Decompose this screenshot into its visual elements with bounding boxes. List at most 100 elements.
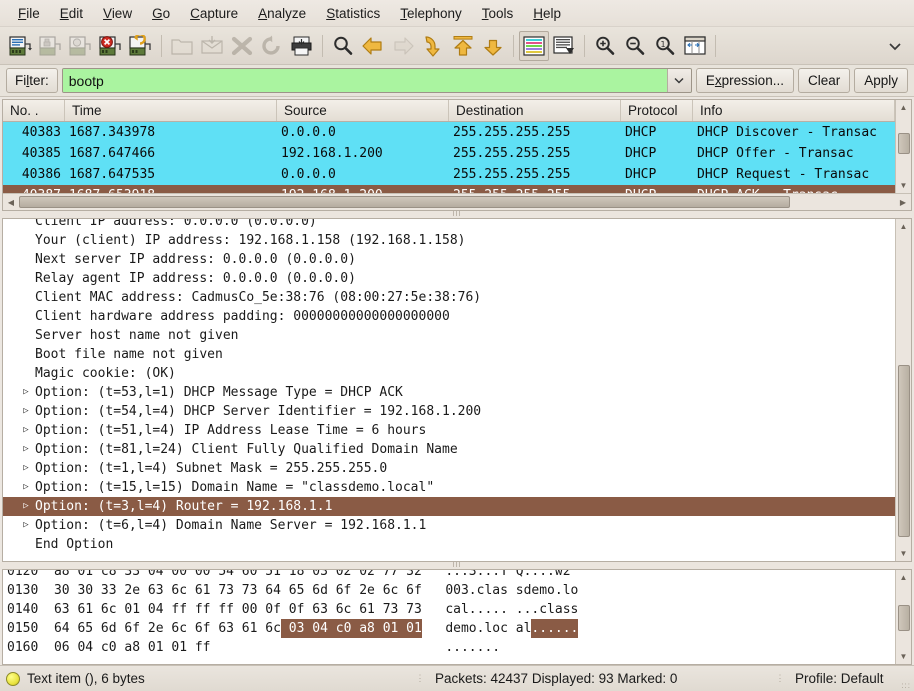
column-header-info[interactable]: Info <box>693 100 895 121</box>
auto-scroll-live-capture-icon[interactable] <box>549 31 579 61</box>
packet-bytes-view[interactable]: 0120 a8 01 c8 33 04 00 00 54 60 51 18 03… <box>3 570 895 664</box>
colorize-packet-list-icon[interactable] <box>519 30 549 61</box>
packet-list-row[interactable]: 40383 1687.343978 0.0.0.0 255.255.255.255 DH… <box>3 122 895 143</box>
interfaces-icon[interactable] <box>6 31 36 61</box>
save-file-icon[interactable] <box>197 31 227 61</box>
reload-file-icon[interactable] <box>257 31 287 61</box>
display-filter-input[interactable] <box>62 69 667 92</box>
zoom-out-icon[interactable] <box>620 31 650 61</box>
expand-triangle-icon[interactable]: ▷ <box>19 478 33 497</box>
packet-list-vscroll-track[interactable] <box>896 115 912 178</box>
find-packet-icon[interactable] <box>328 31 358 61</box>
column-header-protocol[interactable]: Protocol <box>621 100 693 121</box>
column-header-time[interactable]: Time <box>65 100 277 121</box>
detail-tree-node[interactable]: ▷ Option: (t=81,l=24) Client Fully Qualif… <box>3 440 895 459</box>
column-header-destination[interactable]: Destination <box>449 100 621 121</box>
expand-triangle-icon[interactable]: ▷ <box>19 440 33 459</box>
expand-triangle-icon[interactable]: ▷ <box>19 383 33 402</box>
hex-dump-line[interactable]: 0150 64 65 6d 6f 2e 6c 6f 63 61 6c 03 04… <box>7 619 895 638</box>
scroll-left-arrow-icon[interactable]: ◀ <box>3 194 19 211</box>
menu-item-tools[interactable]: Tools <box>472 3 524 24</box>
packet-bytes-vscroll-track[interactable] <box>896 585 912 649</box>
expand-triangle-icon[interactable]: ▷ <box>19 421 33 440</box>
filter-history-dropdown[interactable] <box>666 69 691 92</box>
expand-triangle-icon[interactable]: ▷ <box>19 402 33 421</box>
scroll-up-arrow-icon[interactable]: ▲ <box>896 219 912 234</box>
filter-bookmark-button[interactable]: Fi l ter: <box>6 68 58 93</box>
resize-columns-icon[interactable] <box>680 31 710 61</box>
packet-list-vscroll-thumb[interactable] <box>897 132 910 155</box>
detail-tree-node[interactable]: ▷ Option: (t=1,l=4) Subnet Mask = 255.255… <box>3 459 895 478</box>
status-field-right[interactable]: Profile: Default <box>795 671 884 686</box>
packet-list-hscrollbar[interactable]: ◀ ▶ <box>3 193 911 210</box>
column-header-source[interactable]: Source <box>277 100 449 121</box>
detail-tree-node[interactable]: Magic cookie: (OK) <box>3 364 895 383</box>
scroll-down-arrow-icon[interactable]: ▼ <box>896 649 912 664</box>
window-resize-grip[interactable]: ::: <box>901 682 911 690</box>
menu-item-help[interactable]: Help <box>523 3 571 24</box>
packet-list-row[interactable]: 403871687.653918192.168.1.200255.255.255… <box>3 185 895 193</box>
packet-list-hscroll-thumb[interactable] <box>19 195 790 208</box>
filter-clear-button[interactable]: Clear <box>797 68 851 93</box>
detail-tree-node[interactable]: Boot file name not given <box>3 345 895 364</box>
packet-bytes-vscroll-thumb[interactable] <box>897 605 910 632</box>
go-to-packet-icon[interactable] <box>418 31 448 61</box>
menu-item-view[interactable]: View <box>93 3 142 24</box>
start-capture-icon[interactable] <box>66 31 96 61</box>
detail-tree-node[interactable]: Client IP address: 0.0.0.0 (0.0.0.0) <box>3 219 895 231</box>
detail-tree-node[interactable]: ▷ Option: (t=53,l=1) DHCP Message Type = … <box>3 383 895 402</box>
detail-tree-node[interactable]: ▷ Option: (t=15,l=15) Domain Name = "clas… <box>3 478 895 497</box>
menu-item-telephony[interactable]: Telephony <box>390 3 472 24</box>
go-to-last-packet-icon[interactable] <box>478 31 508 61</box>
close-file-icon[interactable] <box>227 31 257 61</box>
detail-tree-node[interactable]: Relay agent IP address: 0.0.0.0 (0.0.0.0… <box>3 269 895 288</box>
restart-capture-icon[interactable] <box>126 31 156 61</box>
scroll-up-arrow-icon[interactable]: ▲ <box>896 570 912 585</box>
menu-item-analyze[interactable]: Analyze <box>248 3 316 24</box>
detail-tree-node[interactable]: ▷ Option: (t=3,l=4) Router = 192.168.1.1 <box>3 497 895 516</box>
detail-tree-node[interactable]: Server host name not given <box>3 326 895 345</box>
menu-item-statistics[interactable]: Statistics <box>316 3 390 24</box>
packet-detail-vscroll-thumb[interactable] <box>897 365 910 537</box>
packet-list-row[interactable]: 40385 1687.647466 192.168.1.200 255.255.255… <box>3 143 895 164</box>
open-file-icon[interactable] <box>167 31 197 61</box>
capture-options-icon[interactable] <box>36 31 66 61</box>
stop-capture-icon[interactable] <box>96 31 126 61</box>
scroll-down-arrow-icon[interactable]: ▼ <box>896 546 912 561</box>
packet-list-row[interactable]: 40386 1687.647535 0.0.0.0 255.255.255.255 DH… <box>3 164 895 185</box>
menu-item-edit[interactable]: Edit <box>50 3 93 24</box>
print-icon[interactable] <box>287 31 317 61</box>
zoom-in-icon[interactable] <box>590 31 620 61</box>
hex-dump-line[interactable]: 0160 06 04 c0 a8 01 01 ff ....... <box>7 638 895 657</box>
menu-item-go[interactable]: Go <box>142 3 180 24</box>
packet-list-vscrollbar[interactable]: ▲ ▼ <box>895 100 911 193</box>
packet-list-detail-splitter[interactable]: III <box>0 211 914 218</box>
scroll-right-arrow-icon[interactable]: ▶ <box>895 194 911 211</box>
packet-bytes-vscrollbar[interactable]: ▲ ▼ <box>895 570 911 664</box>
expand-triangle-icon[interactable]: ▷ <box>19 497 33 516</box>
column-header-no[interactable]: No. . <box>3 100 65 121</box>
hex-dump-line[interactable]: 0130 30 30 33 2e 63 6c 61 73 73 64 65 6d… <box>7 581 895 600</box>
detail-bytes-splitter[interactable]: III <box>0 562 914 569</box>
menu-item-capture[interactable]: Capture <box>180 3 248 24</box>
detail-tree-node[interactable]: ▷ Option: (t=51,l=4) IP Address Lease Tim… <box>3 421 895 440</box>
packet-list-hscroll-track[interactable] <box>19 194 895 211</box>
detail-tree-node[interactable]: Next server IP address: 0.0.0.0 (0.0.0.0… <box>3 250 895 269</box>
hex-dump-line[interactable]: 0140 63 61 6c 01 04 ff ff ff 00 0f 0f 63… <box>7 600 895 619</box>
detail-tree-node[interactable]: End Option <box>3 535 895 554</box>
go-back-icon[interactable] <box>358 31 388 61</box>
hex-dump-line[interactable]: 0120 a8 01 c8 33 04 00 00 54 60 51 18 03… <box>7 570 895 581</box>
expand-triangle-icon[interactable]: ▷ <box>19 516 33 535</box>
packet-detail-tree[interactable]: Client IP address: 0.0.0.0 (0.0.0.0) Your… <box>3 219 895 561</box>
detail-tree-node[interactable]: ▷ Option: (t=54,l=4) DHCP Server Identifi… <box>3 402 895 421</box>
go-to-first-packet-icon[interactable] <box>448 31 478 61</box>
packet-detail-vscroll-track[interactable] <box>896 234 912 546</box>
detail-tree-node[interactable]: Client MAC address: CadmusCo_5e:38:76 (0… <box>3 288 895 307</box>
zoom-reset-icon[interactable]: 1 <box>650 31 680 61</box>
detail-tree-node[interactable]: ▷ Option: (t=6,l=4) Domain Name Server = … <box>3 516 895 535</box>
toolbar-overflow-chevron-icon[interactable] <box>884 35 906 57</box>
packet-detail-vscrollbar[interactable]: ▲ ▼ <box>895 219 911 561</box>
scroll-up-arrow-icon[interactable]: ▲ <box>896 100 912 115</box>
scroll-down-arrow-icon[interactable]: ▼ <box>896 178 912 193</box>
expand-triangle-icon[interactable]: ▷ <box>19 459 33 478</box>
